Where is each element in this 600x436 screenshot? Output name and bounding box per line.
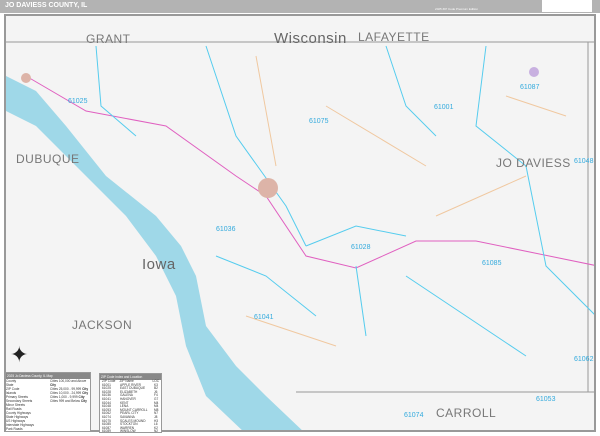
legend-item: Park Roads [6,427,23,431]
edition-label: 2025 ZIP Code Premium Edition [435,7,478,11]
title-bar: JO DAVIESS COUNTY, IL 2025 ZIP Code Prem… [0,0,600,13]
legend: 2025 Jo Daviess County, IL Map County St… [5,372,91,432]
legend-city-item: Cities 999 and Below [50,399,80,403]
zip-label: 61025 [68,98,88,105]
table-cell: N2 [154,429,159,434]
city-sample: City [80,399,87,403]
zip-label: 61048 [574,158,594,165]
map-canvas[interactable]: GRANT Wisconsin LAFAYETTE DUBUQUE JO DAV… [4,14,596,432]
region-grant: GRANT [86,32,131,46]
region-wisconsin: Wisconsin [274,30,347,47]
zip-boundaries [95,45,594,357]
map-title: JO DAVIESS COUNTY, IL [5,2,88,9]
zip-label: 61001 [434,104,454,111]
region-iowa: Iowa [142,256,176,273]
zip-label: 61041 [254,314,274,321]
region-dubuque: DUBUQUE [16,152,80,166]
map-graphics [6,41,594,430]
table-cell: 61089 [102,429,111,434]
region-carroll: CARROLL [436,406,497,420]
zip-label: 61087 [520,84,540,91]
zip-label: 61028 [351,244,371,251]
publisher-logo [542,0,592,12]
zip-label: 61036 [216,226,236,233]
region-lafayette: LAFAYETTE [358,30,430,44]
zip-label: 61075 [309,118,329,125]
table-cell: WINSLOW [120,429,136,434]
galena-city [258,178,278,198]
zip-index-table: ZIP Code Index and Location ZIP Code ZIP … [99,373,162,433]
zip-label: 61074 [404,412,424,419]
region-jackson: JACKSON [72,318,133,332]
zip-label: 61062 [574,356,594,363]
table-row: 61089 WINSLOW N2 [100,430,161,434]
warren-city [529,67,539,77]
zip-label: 61053 [536,396,556,403]
county-roads [245,55,567,347]
east-dubuque-city [21,73,31,83]
zip-label: 61085 [482,260,502,267]
us-highway [25,75,594,269]
compass-rose-icon: ✦ [10,342,29,367]
region-jo-daviess: JO DAVIESS [496,156,571,170]
